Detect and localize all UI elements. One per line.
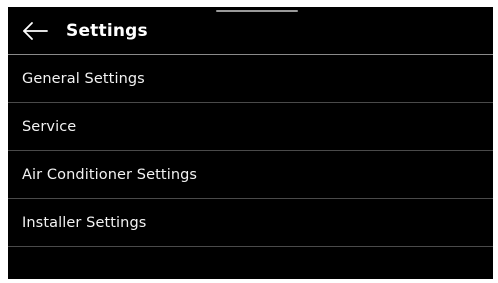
arrow-left-icon bbox=[23, 22, 48, 40]
menu-item-service[interactable]: Service bbox=[8, 103, 493, 151]
drag-handle[interactable] bbox=[216, 10, 298, 12]
screen-bezel-right bbox=[493, 0, 498, 283]
header-bar: Settings bbox=[8, 7, 493, 55]
screen-bezel-left bbox=[0, 0, 8, 283]
menu-item-label: General Settings bbox=[22, 71, 145, 87]
screen-bezel-top bbox=[0, 0, 498, 7]
menu-item-label: Air Conditioner Settings bbox=[22, 167, 198, 183]
menu-item-label: Service bbox=[22, 119, 77, 135]
screen-bezel-bottom bbox=[0, 279, 498, 283]
page-title: Settings bbox=[66, 21, 148, 41]
settings-screen: Settings General Settings Service Air Co… bbox=[0, 0, 498, 283]
settings-panel: Settings General Settings Service Air Co… bbox=[8, 7, 493, 279]
menu-item-installer-settings[interactable]: Installer Settings bbox=[8, 199, 493, 247]
settings-menu: General Settings Service Air Conditioner… bbox=[8, 55, 493, 247]
menu-item-general-settings[interactable]: General Settings bbox=[8, 55, 493, 103]
back-button[interactable] bbox=[20, 17, 50, 45]
menu-item-air-conditioner-settings[interactable]: Air Conditioner Settings bbox=[8, 151, 493, 199]
menu-item-label: Installer Settings bbox=[22, 215, 147, 231]
